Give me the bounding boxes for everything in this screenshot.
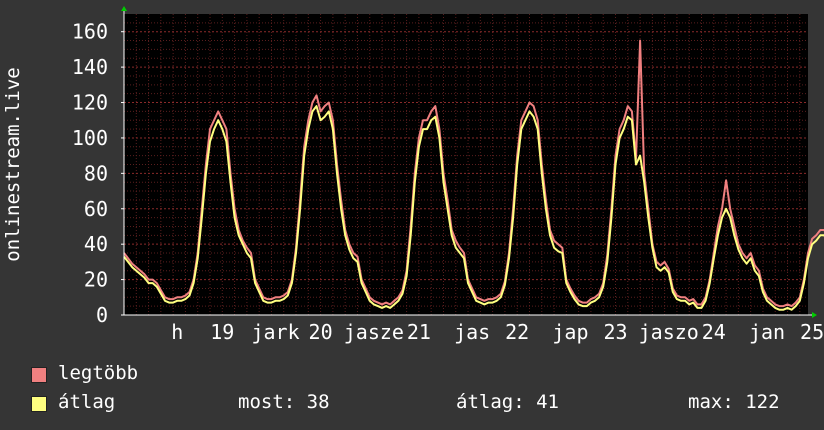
y-tick-label: 160 <box>72 20 108 44</box>
stat-current: most: 38 <box>238 391 330 413</box>
x-tick-label: jas <box>454 320 490 344</box>
x-tick-label: 23 <box>603 320 627 344</box>
y-tick-label: 0 <box>96 303 108 327</box>
x-tick-label: 19 <box>210 320 234 344</box>
x-tick-label: 22 <box>505 320 529 344</box>
x-tick-label: jaszo <box>639 320 699 344</box>
stat-maximum: max: 122 <box>688 391 780 413</box>
x-tick-label: jasze <box>344 320 404 344</box>
y-tick-label: 80 <box>84 161 108 185</box>
y-tick-label: 60 <box>84 197 108 221</box>
x-tick-label: 20 <box>309 320 333 344</box>
y-tick-label: 20 <box>84 268 108 292</box>
y-tick-label: 40 <box>84 232 108 256</box>
y-axis-title: onlinestream.live <box>2 67 24 261</box>
y-tick-label: 100 <box>72 126 108 150</box>
legend-label-max: legtöbb <box>58 362 139 384</box>
x-tick-label: jan <box>749 320 785 344</box>
y-tick-label: 140 <box>72 55 108 79</box>
y-axis-arrow <box>121 6 127 11</box>
y-tick-label: 120 <box>72 91 108 115</box>
x-tick-label: jark <box>251 320 299 344</box>
x-axis-arrow <box>812 312 817 318</box>
x-tick-label: 25 <box>800 320 824 344</box>
x-tick-label: jap <box>552 320 588 344</box>
x-tick-label: 24 <box>702 320 726 344</box>
legend-swatch-avg <box>31 396 47 412</box>
x-tick-label: h <box>171 320 183 344</box>
legend-label-avg: átlag <box>58 391 116 413</box>
stat-average: átlag: 41 <box>456 391 559 413</box>
x-tick-label: 21 <box>407 320 431 344</box>
legend-swatch-max <box>31 367 47 383</box>
chart: 0 20 40 60 80 100 120 140 160 h 19 jark 20 jasze 21 jas… <box>2 6 824 344</box>
